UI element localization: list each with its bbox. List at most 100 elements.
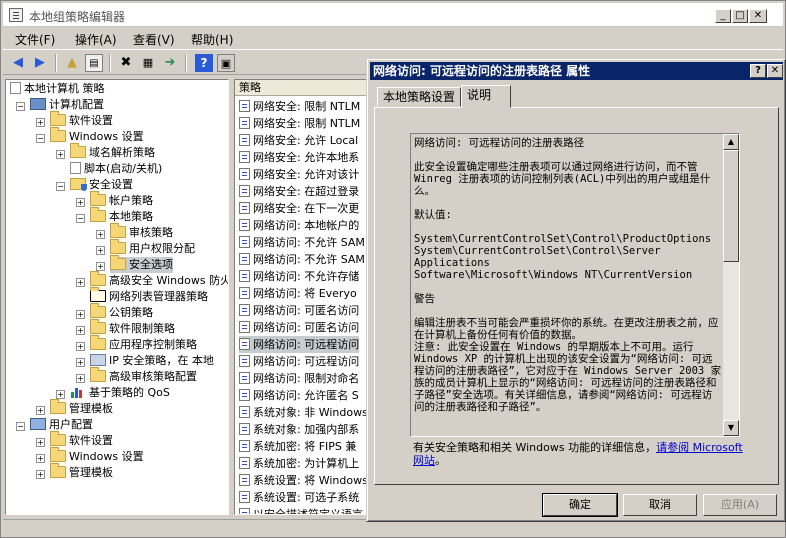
policy-row[interactable]: 网络安全: 允许本地系: [239, 149, 359, 166]
expand-toggle[interactable]: +: [36, 470, 45, 479]
policy-row[interactable]: 网络安全: 允许 Local: [239, 132, 358, 149]
expand-toggle[interactable]: +: [56, 390, 65, 399]
expand-toggle[interactable]: +: [76, 326, 85, 335]
policy-row[interactable]: 网络访问: 不允许 SAM: [239, 251, 365, 268]
expand-toggle[interactable]: +: [36, 118, 45, 127]
expand-toggle[interactable]: +: [36, 438, 45, 447]
policy-row[interactable]: 系统加密: 将 FIPS 兼: [239, 438, 356, 455]
policy-row[interactable]: 网络访问: 可远程访问: [239, 353, 359, 370]
tree-item-name-resolution[interactable]: 域名解析策略: [70, 143, 155, 161]
tree-item-computer-config[interactable]: 计算机配置: [30, 97, 104, 113]
tree-item-network-list[interactable]: 网络列表管理器策略: [90, 287, 208, 305]
up-folder-icon[interactable]: ▲: [63, 54, 81, 72]
policy-row[interactable]: 网络访问: 将 Everyo: [239, 285, 357, 302]
expand-toggle[interactable]: +: [76, 278, 85, 287]
policy-row[interactable]: 网络访问: 不允许 SAM: [239, 234, 365, 251]
dialog-help-button[interactable]: ?: [750, 64, 766, 78]
menu-action[interactable]: 操作(A): [75, 31, 117, 48]
tree-item-firewall[interactable]: 高级安全 Windows 防火墙: [90, 271, 228, 289]
tree-item-qos[interactable]: 基于策略的 QoS: [70, 385, 170, 401]
expand-toggle[interactable]: +: [76, 358, 85, 367]
forward-arrow-icon[interactable]: ▶: [31, 54, 49, 72]
tree-item-user-admin-templates[interactable]: 管理模板: [50, 463, 113, 481]
scroll-thumb[interactable]: [723, 150, 739, 262]
policy-row[interactable]: 网络访问: 可远程访问: [239, 336, 360, 353]
menu-view[interactable]: 查看(V): [133, 31, 175, 48]
tree-item-audit-policy[interactable]: 审核策略: [110, 223, 173, 241]
policy-row[interactable]: 网络访问: 限制对命名: [239, 370, 359, 387]
dialog-title-bar[interactable]: 网络访问: 可远程访问的注册表路径 属性: [370, 62, 783, 80]
expand-toggle[interactable]: +: [76, 310, 85, 319]
policy-row[interactable]: 网络安全: 限制 NTLM: [239, 98, 360, 115]
title-bar[interactable]: 本地组策略编辑器 _ □ ✕: [3, 3, 783, 27]
tree-item-security-options[interactable]: 安全选项: [110, 255, 173, 273]
tree-item-windows-settings[interactable]: Windows 设置: [50, 127, 144, 145]
close-button[interactable]: ✕: [749, 9, 767, 23]
tree-item-account-policies[interactable]: 帐户策略: [90, 191, 153, 209]
minimize-button[interactable]: _: [715, 9, 731, 23]
menu-file[interactable]: 文件(F): [15, 31, 55, 48]
tree-item-user-software-settings[interactable]: 软件设置: [50, 431, 113, 449]
tab-explain[interactable]: 说明: [461, 85, 511, 108]
policy-row[interactable]: 网络访问: 可匿名访问: [239, 319, 359, 336]
tree-item-public-key[interactable]: 公钥策略: [90, 303, 153, 321]
collapse-toggle[interactable]: −: [36, 134, 45, 143]
properties-icon[interactable]: ▦: [139, 54, 157, 72]
console-icon[interactable]: ▣: [217, 54, 235, 72]
expand-toggle[interactable]: +: [76, 374, 85, 383]
vertical-scrollbar[interactable]: ▲ ▼: [723, 134, 739, 436]
menu-help[interactable]: 帮助(H): [191, 31, 233, 48]
collapse-toggle[interactable]: −: [16, 422, 25, 431]
tree-item-software-restriction[interactable]: 软件限制策略: [90, 319, 175, 337]
tree-item-advanced-audit[interactable]: 高级审核策略配置: [90, 367, 197, 385]
expand-toggle[interactable]: +: [96, 230, 105, 239]
expand-toggle[interactable]: +: [96, 246, 105, 255]
expand-toggle[interactable]: +: [96, 262, 105, 271]
apply-button[interactable]: 应用(A): [703, 494, 777, 516]
column-header-policy[interactable]: 策略: [235, 80, 381, 96]
tree-pane[interactable]: 本地计算机 策略 − 计算机配置 + 软件设置 − Windows 设置 + 域…: [5, 79, 229, 515]
policy-list-pane[interactable]: 策略 网络安全: 限制 NTLM 网络安全: 限制 NTLM 网络安全: 允许 Lo…: [234, 79, 382, 515]
cancel-button[interactable]: 取消: [623, 494, 697, 516]
back-arrow-icon[interactable]: ◀: [9, 54, 27, 72]
expand-toggle[interactable]: +: [36, 406, 45, 415]
policy-row[interactable]: 网络访问: 允许匿名 S: [239, 387, 359, 404]
explain-text-box[interactable]: 网络访问: 可远程访问的注册表路径 此安全设置确定哪些注册表项可以通过网络进行访…: [410, 133, 740, 437]
delete-icon[interactable]: ✖: [117, 54, 135, 72]
ok-button[interactable]: 确定: [542, 493, 618, 517]
tree-item-app-control[interactable]: 应用程序控制策略: [90, 335, 197, 353]
tree-item-user-rights[interactable]: 用户权限分配: [110, 239, 195, 257]
policy-row[interactable]: 系统对象: 加强内部系: [239, 421, 359, 438]
show-tree-icon[interactable]: ▤: [85, 54, 103, 72]
collapse-toggle[interactable]: −: [56, 182, 65, 191]
policy-row[interactable]: 网络安全: 在下一次更: [239, 200, 359, 217]
tree-item-security-settings[interactable]: 安全设置: [70, 177, 133, 193]
tree-item-ip-security[interactable]: IP 安全策略，在 本地: [90, 353, 214, 369]
expand-toggle[interactable]: +: [76, 342, 85, 351]
policy-row[interactable]: 网络访问: 可匿名访问: [239, 302, 359, 319]
expand-toggle[interactable]: +: [76, 198, 85, 207]
policy-row[interactable]: 系统对象: 非 Windows: [239, 404, 368, 421]
tree-item-user-config[interactable]: 用户配置: [30, 417, 93, 433]
tree-item-software-settings[interactable]: 软件设置: [50, 111, 113, 129]
scroll-down-icon[interactable]: ▼: [723, 420, 739, 436]
policy-row[interactable]: 系统设置: 将 Windows: [239, 472, 368, 489]
policy-row[interactable]: 系统设置: 可选子系统: [239, 489, 359, 506]
scroll-up-icon[interactable]: ▲: [723, 134, 739, 150]
policy-row[interactable]: 网络访问: 不允许存储: [239, 268, 359, 285]
policy-row[interactable]: 网络访问: 本地帐户的: [239, 217, 359, 234]
expand-toggle[interactable]: +: [36, 454, 45, 463]
dialog-close-button[interactable]: ✕: [767, 64, 783, 78]
policy-row[interactable]: 网络安全: 允许对该计: [239, 166, 359, 183]
help-icon[interactable]: ?: [195, 54, 213, 72]
tree-item-scripts[interactable]: 脚本(启动/关机): [70, 161, 162, 177]
policy-row[interactable]: 系统加密: 为计算机上: [239, 455, 359, 472]
collapse-toggle[interactable]: −: [76, 214, 85, 223]
policy-row[interactable]: 以安全描述符定义语言: [239, 506, 363, 514]
policy-row[interactable]: 网络安全: 限制 NTLM: [239, 115, 360, 132]
tree-item-local-policies[interactable]: 本地策略: [90, 207, 153, 225]
tree-item-admin-templates[interactable]: 管理模板: [50, 399, 113, 417]
tree-item-user-windows-settings[interactable]: Windows 设置: [50, 447, 144, 465]
maximize-button[interactable]: □: [732, 9, 748, 23]
policy-row[interactable]: 网络安全: 在超过登录: [239, 183, 359, 200]
